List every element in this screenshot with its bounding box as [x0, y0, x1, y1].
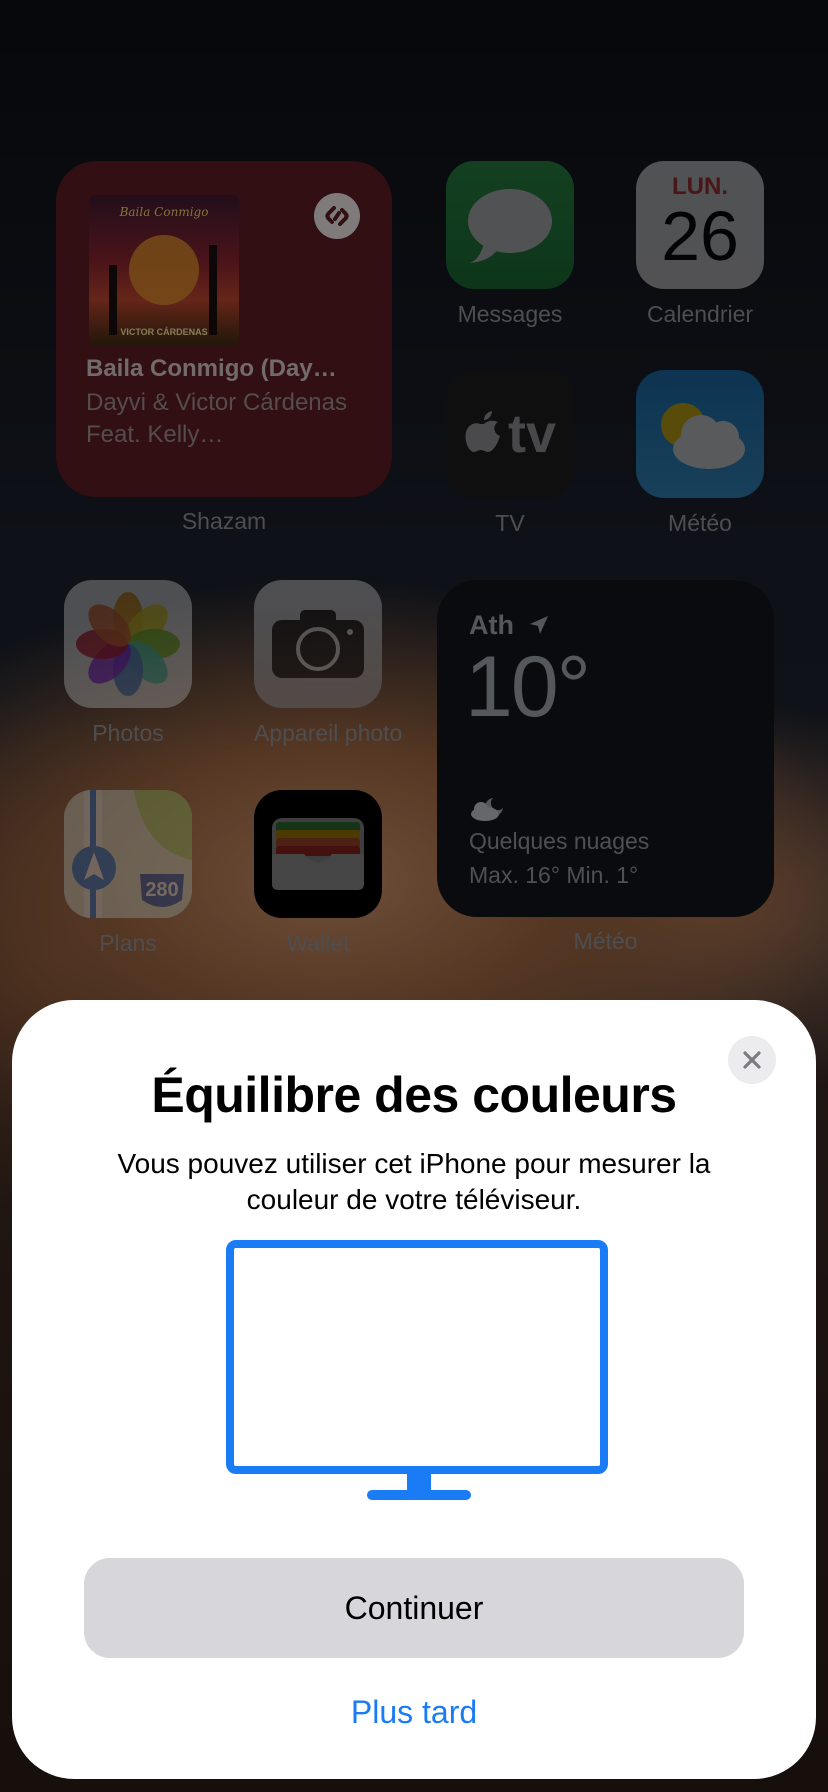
sheet-title: Équilibre des couleurs [151, 1067, 677, 1123]
color-balance-sheet: Équilibre des couleurs Vous pouvez utili… [12, 1000, 816, 1779]
television-icon [226, 1240, 608, 1500]
continue-button[interactable]: Continuer [84, 1558, 744, 1658]
later-button[interactable]: Plus tard [264, 1680, 564, 1744]
sheet-description: Vous pouvez utiliser cet iPhone pour mes… [117, 1148, 711, 1215]
